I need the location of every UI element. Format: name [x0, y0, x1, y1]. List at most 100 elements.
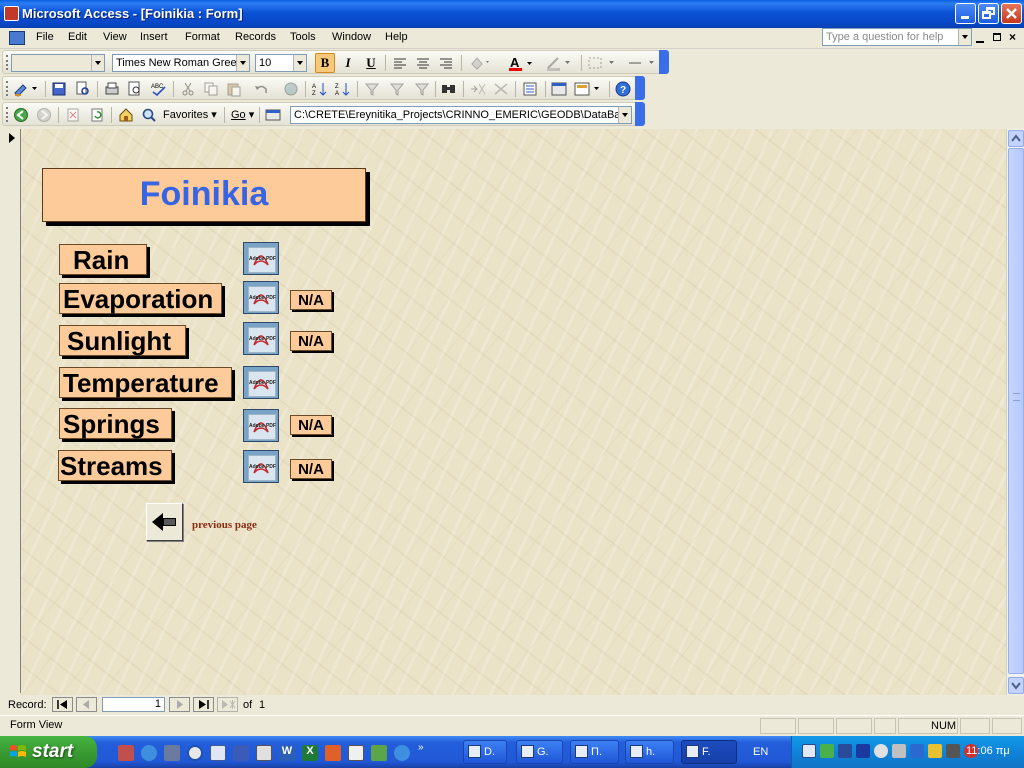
- go-menu[interactable]: Go ▾: [231, 108, 254, 121]
- save-icon[interactable]: [51, 81, 67, 97]
- menu-window[interactable]: Window: [332, 31, 371, 43]
- previous-page-button[interactable]: [146, 503, 183, 541]
- view-design-icon[interactable]: [13, 81, 41, 97]
- forward-icon[interactable]: [36, 107, 52, 123]
- task-button-4[interactable]: h.: [625, 740, 674, 764]
- doc-restore-button[interactable]: [993, 33, 1001, 41]
- record-selector[interactable]: [0, 129, 21, 693]
- help-icon[interactable]: ?: [615, 81, 631, 97]
- word-icon[interactable]: W: [279, 745, 295, 761]
- task-button-1[interactable]: D.: [463, 740, 507, 764]
- ask-question-dropdown[interactable]: [958, 29, 971, 45]
- streams-button[interactable]: Streams: [58, 450, 172, 481]
- tray-app7-icon[interactable]: [910, 744, 924, 758]
- object-combo[interactable]: [11, 54, 105, 72]
- menu-view[interactable]: View: [103, 31, 127, 43]
- tray-app4-icon[interactable]: [856, 744, 870, 758]
- refresh-icon[interactable]: [89, 107, 105, 123]
- align-left-icon[interactable]: [392, 55, 408, 71]
- sort-descending-icon[interactable]: ZA: [335, 81, 351, 97]
- paste-icon[interactable]: [226, 81, 242, 97]
- springs-button[interactable]: Springs: [59, 408, 172, 439]
- cut-icon[interactable]: [180, 81, 196, 97]
- tray-app3-icon[interactable]: [838, 744, 852, 758]
- filter-by-form-icon[interactable]: [389, 81, 405, 97]
- excel-icon[interactable]: X: [302, 745, 318, 761]
- quick-launch-more-icon[interactable]: »: [418, 742, 428, 764]
- undo-icon[interactable]: [253, 81, 269, 97]
- temperature-pdf-icon[interactable]: Adobe PDF: [243, 366, 279, 399]
- menu-format[interactable]: Format: [185, 31, 220, 43]
- tray-network-icon[interactable]: [802, 744, 816, 758]
- quick-launch-app13-icon[interactable]: [394, 745, 410, 761]
- tray-app5-icon[interactable]: [874, 744, 888, 758]
- find-icon[interactable]: [441, 81, 457, 97]
- scroll-down-button[interactable]: [1008, 677, 1024, 694]
- stop-icon[interactable]: [65, 107, 81, 123]
- spelling-icon[interactable]: ABC: [150, 81, 166, 97]
- new-object-icon[interactable]: [574, 81, 604, 97]
- border-style-icon[interactable]: [587, 55, 617, 71]
- menu-help[interactable]: Help: [385, 31, 408, 43]
- access-app-icon[interactable]: [4, 6, 19, 21]
- menu-edit[interactable]: Edit: [68, 31, 87, 43]
- quick-launch-app7-icon[interactable]: [256, 745, 272, 761]
- evaporation-pdf-icon[interactable]: Adobe PDF: [243, 281, 279, 314]
- menu-insert[interactable]: Insert: [140, 31, 168, 43]
- quick-launch-doc-icon[interactable]: [210, 745, 226, 761]
- font-color-icon[interactable]: A: [508, 55, 534, 71]
- rain-button[interactable]: Rain: [59, 244, 147, 275]
- copy-icon[interactable]: [203, 81, 219, 97]
- line-color-icon[interactable]: [546, 55, 572, 71]
- next-record-button[interactable]: [169, 697, 190, 712]
- fill-color-icon[interactable]: [469, 55, 489, 71]
- favorites-menu[interactable]: Favorites ▾: [163, 108, 217, 121]
- tray-app6-icon[interactable]: [892, 744, 906, 758]
- scroll-thumb[interactable]: [1008, 148, 1024, 674]
- tray-app2-icon[interactable]: [820, 744, 834, 758]
- task-button-3[interactable]: Π.: [570, 740, 619, 764]
- tray-app8-icon[interactable]: [928, 744, 942, 758]
- address-field[interactable]: C:\CRETE\Ereynitika_Projects\CRINNO_EMER…: [290, 106, 632, 124]
- language-indicator[interactable]: EN: [753, 746, 768, 758]
- align-center-icon[interactable]: [415, 55, 431, 71]
- font-combo[interactable]: Times New Roman Greek: [112, 54, 250, 72]
- new-record-nav-button[interactable]: [217, 697, 238, 712]
- springs-pdf-icon[interactable]: Adobe PDF: [243, 409, 279, 442]
- search-web-icon[interactable]: [141, 107, 157, 123]
- font-size-combo[interactable]: 10: [255, 54, 307, 72]
- print-preview-icon[interactable]: [127, 81, 143, 97]
- sunlight-pdf-icon[interactable]: Adobe PDF: [243, 322, 279, 355]
- menu-file[interactable]: File: [36, 31, 54, 43]
- database-window-icon[interactable]: [551, 81, 567, 97]
- first-record-button[interactable]: [52, 697, 73, 712]
- print-icon[interactable]: [104, 81, 120, 97]
- quick-launch-app3-icon[interactable]: [164, 745, 180, 761]
- sort-ascending-icon[interactable]: AZ: [312, 81, 328, 97]
- start-button[interactable]: start: [0, 736, 97, 768]
- clock[interactable]: 11:06 πμ: [966, 745, 1010, 757]
- bold-button[interactable]: B: [315, 53, 335, 73]
- new-record-icon[interactable]: [469, 81, 486, 97]
- menu-records[interactable]: Records: [235, 31, 276, 43]
- streams-pdf-icon[interactable]: Adobe PDF: [243, 450, 279, 483]
- rain-pdf-icon[interactable]: Adobe PDF: [243, 242, 279, 275]
- form-system-menu-icon[interactable]: [9, 31, 25, 45]
- task-button-2[interactable]: G.: [516, 740, 563, 764]
- italic-button[interactable]: I: [340, 55, 356, 71]
- menu-tools[interactable]: Tools: [290, 31, 316, 43]
- sunlight-button[interactable]: Sunlight: [59, 325, 186, 356]
- underline-button[interactable]: U: [363, 55, 379, 71]
- task-button-access-form[interactable]: F.: [681, 740, 737, 764]
- powerpoint-icon[interactable]: [325, 745, 341, 761]
- align-right-icon[interactable]: [438, 55, 454, 71]
- previous-record-button[interactable]: [76, 697, 97, 712]
- show-only-web-toolbar-icon[interactable]: [265, 107, 281, 123]
- home-icon[interactable]: [118, 107, 134, 123]
- tray-app9-icon[interactable]: [946, 744, 960, 758]
- vertical-scrollbar[interactable]: [1006, 129, 1024, 695]
- file-search-icon[interactable]: [75, 81, 91, 97]
- quick-launch-app6-icon[interactable]: [233, 745, 249, 761]
- last-record-button[interactable]: [193, 697, 214, 712]
- quick-launch-app11-icon[interactable]: [348, 745, 364, 761]
